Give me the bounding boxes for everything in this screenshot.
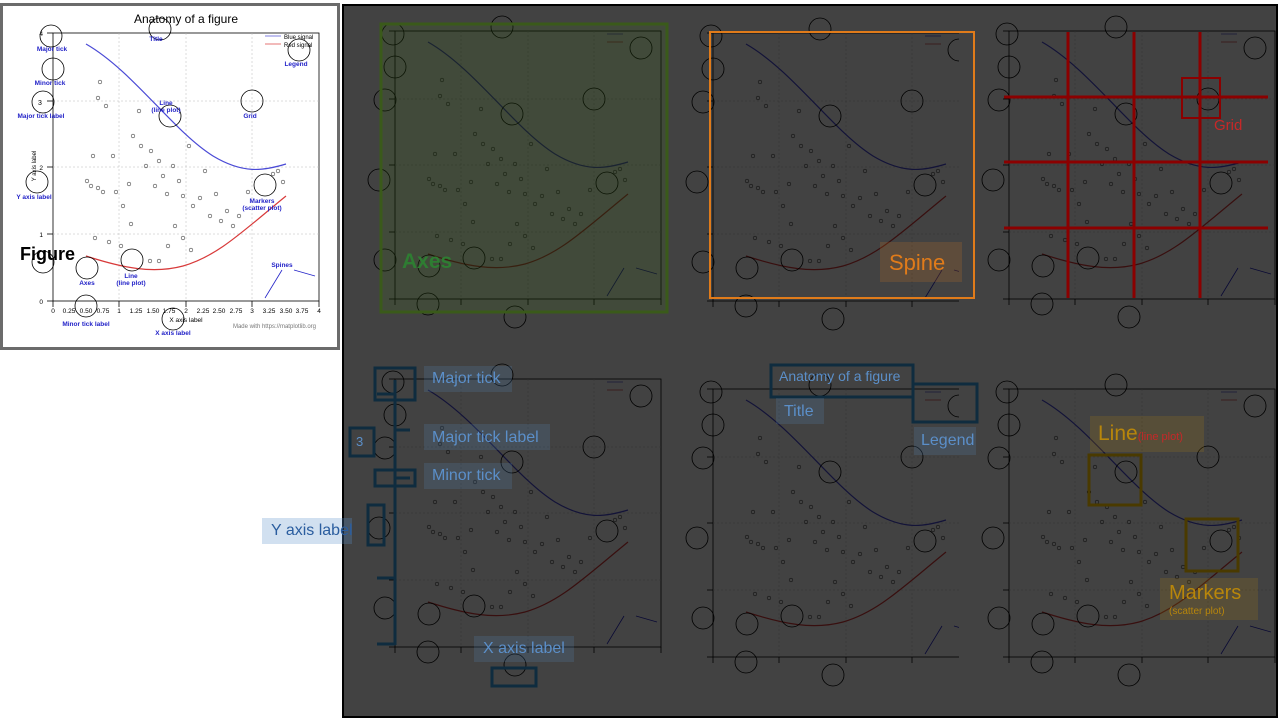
three-tick-label: 3: [356, 434, 364, 449]
line-callout-box: [1087, 453, 1143, 507]
markers-label-small: (scatter plot): [1169, 606, 1225, 617]
line-label-big: Line: [1098, 422, 1138, 445]
axes-label: Axes: [402, 250, 453, 273]
legend-label: Legend: [921, 432, 975, 449]
title-box-label: Anatomy of a figure: [779, 368, 901, 384]
markers-callout-box: [1184, 517, 1240, 573]
legend-box: [911, 382, 979, 424]
spine-label: Spine: [889, 250, 946, 275]
minor-tick-label: Minor tick: [432, 467, 501, 484]
line-label: Line(line plot): [1098, 422, 1183, 446]
major-tick-label: Major tick: [432, 370, 501, 387]
title-label: Title: [784, 403, 814, 420]
y-axis-label: Y axis label: [271, 522, 353, 539]
major-tick-label-label: Major tick label: [432, 429, 539, 446]
highlight-layer: [262, 22, 1268, 688]
line-label-small: (line plot): [1137, 431, 1183, 443]
grid-label: Grid: [1214, 117, 1243, 134]
x-axis-label: X axis label: [483, 640, 565, 657]
grid-highlight-lines: [1004, 32, 1268, 298]
markers-label-big: Markers: [1169, 582, 1242, 604]
